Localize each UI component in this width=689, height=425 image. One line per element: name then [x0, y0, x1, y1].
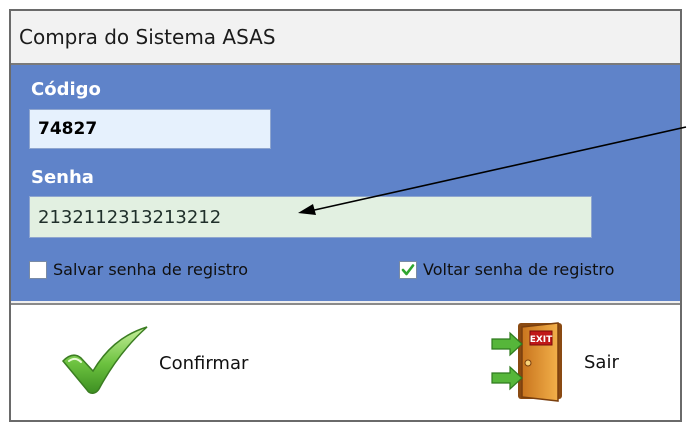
checkmark-icon: [59, 325, 151, 401]
button-bar: Confirmar EXIT Sair: [11, 303, 680, 420]
sair-button[interactable]: EXIT Sair: [488, 319, 619, 405]
title-bar: Compra do Sistema ASAS: [11, 11, 680, 65]
purchase-dialog: Compra do Sistema ASAS Código 74827 Senh…: [9, 9, 682, 422]
sair-label: Sair: [584, 351, 619, 373]
window-title: Compra do Sistema ASAS: [19, 25, 276, 49]
registration-form: Código 74827 Senha 2132112313213212 Salv…: [11, 65, 680, 301]
senha-label: Senha: [31, 167, 94, 188]
confirmar-button[interactable]: Confirmar: [59, 323, 248, 403]
checkbox-checked-icon[interactable]: [399, 260, 417, 279]
senha-field[interactable]: 2132112313213212: [29, 196, 592, 238]
confirmar-label: Confirmar: [159, 352, 249, 374]
codigo-label: Código: [31, 79, 101, 100]
voltar-senha-label: Voltar senha de registro: [423, 260, 615, 279]
voltar-senha-checkbox[interactable]: Voltar senha de registro: [399, 260, 614, 279]
codigo-field[interactable]: 74827: [29, 109, 271, 149]
exit-sign-text: EXIT: [530, 335, 553, 345]
exit-door-icon: EXIT: [488, 317, 574, 407]
salvar-senha-checkbox[interactable]: Salvar senha de registro: [29, 260, 248, 279]
salvar-senha-label: Salvar senha de registro: [53, 260, 249, 279]
checkbox-unchecked-icon[interactable]: [29, 260, 47, 279]
